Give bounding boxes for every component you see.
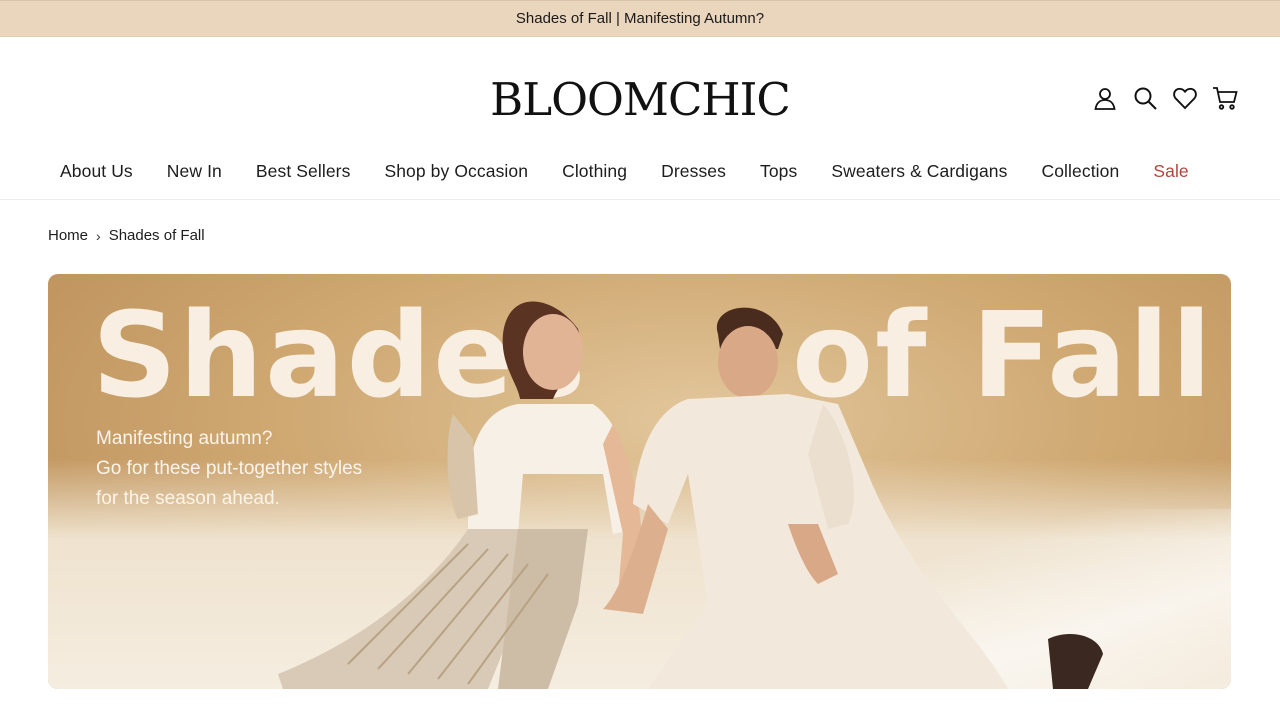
header-icons [1092, 85, 1238, 111]
hero-models-image [278, 301, 1103, 689]
chevron-right-icon: › [96, 227, 101, 244]
breadcrumb-current: Shades of Fall [108, 227, 205, 244]
site-header: BLOOMCHIC About Us New In Best Sellers S… [0, 37, 1280, 200]
nav-item-sale[interactable]: Sale [1136, 161, 1205, 182]
search-icon[interactable] [1132, 85, 1158, 111]
nav-item-best-sellers[interactable]: Best Sellers [239, 161, 368, 182]
announcement-text[interactable]: Shades of Fall | Manifesting Autumn? [516, 10, 764, 27]
brand-logo[interactable]: BLOOMCHIC [0, 75, 1280, 125]
nav-item-about-us[interactable]: About Us [43, 161, 150, 182]
nav-item-collection[interactable]: Collection [1024, 161, 1136, 182]
hero-banner[interactable]: Shades of Fall Manifesting autumn? Go fo… [48, 274, 1231, 689]
breadcrumb-home[interactable]: Home [48, 227, 88, 244]
model-right-figure [603, 307, 1103, 689]
announcement-bar[interactable]: Shades of Fall | Manifesting Autumn? [0, 0, 1280, 37]
main-nav: About Us New In Best Sellers Shop by Occ… [43, 161, 1206, 182]
account-icon[interactable] [1092, 85, 1118, 111]
nav-item-new-in[interactable]: New In [150, 161, 239, 182]
nav-item-shop-by-occasion[interactable]: Shop by Occasion [367, 161, 545, 182]
model-left-figure [278, 301, 642, 689]
nav-item-sweaters-cardigans[interactable]: Sweaters & Cardigans [814, 161, 1024, 182]
cart-icon[interactable] [1212, 85, 1238, 111]
nav-item-clothing[interactable]: Clothing [545, 161, 644, 182]
nav-item-tops[interactable]: Tops [743, 161, 814, 182]
wishlist-heart-icon[interactable] [1172, 85, 1198, 111]
breadcrumb: Home › Shades of Fall [48, 227, 205, 244]
nav-item-dresses[interactable]: Dresses [644, 161, 743, 182]
